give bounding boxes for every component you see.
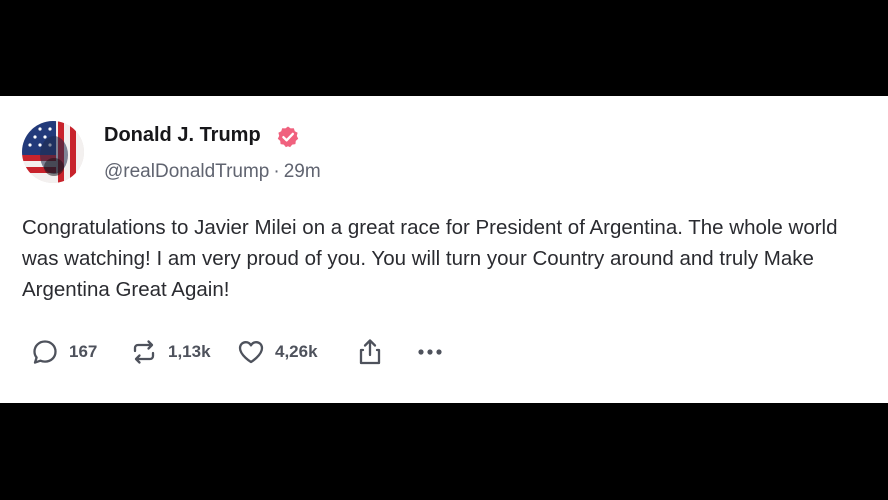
- author-display-name[interactable]: Donald J. Trump: [104, 124, 261, 147]
- share-button[interactable]: [355, 334, 385, 370]
- post-body: Congratulations to Javier Milei on a gre…: [22, 216, 838, 301]
- reply-button[interactable]: 167: [30, 334, 97, 370]
- post-card: Donald J. Trump @realDonaldTrump · 29m Con…: [0, 96, 888, 403]
- more-dots-icon: [415, 337, 445, 367]
- more-options-button[interactable]: [415, 334, 445, 370]
- post-meta: @realDonaldTrump · 29m: [104, 161, 321, 183]
- author-avatar[interactable]: [22, 121, 84, 183]
- retruth-icon: [129, 337, 159, 367]
- reply-count: 167: [69, 342, 98, 361]
- post-timestamp[interactable]: 29m: [284, 161, 321, 182]
- heart-icon: [236, 337, 266, 367]
- like-button[interactable]: 4,26k: [236, 334, 318, 370]
- retruth-count: 1,13k: [168, 342, 211, 361]
- author-handle[interactable]: @realDonaldTrump: [104, 161, 269, 182]
- retruth-button[interactable]: 1,13k: [129, 334, 211, 370]
- like-count: 4,26k: [275, 342, 318, 361]
- meta-separator: ·: [273, 161, 280, 182]
- reply-icon: [30, 337, 60, 367]
- verified-badge-icon: [277, 126, 299, 148]
- avatar-image: [22, 121, 84, 183]
- share-icon: [355, 337, 385, 367]
- screenshot-frame: Donald J. Trump @realDonaldTrump · 29m Con…: [0, 0, 888, 500]
- post-actions-bar: 167 1,13k 4,26k: [30, 334, 460, 370]
